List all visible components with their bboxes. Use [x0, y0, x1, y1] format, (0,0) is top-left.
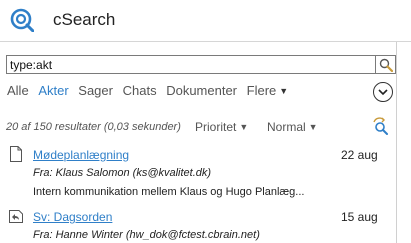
result-title[interactable]: Sv: Dagsorden: [33, 210, 112, 224]
sort-mode-label: Normal: [267, 120, 306, 134]
tab-dokumenter[interactable]: Dokumenter: [166, 83, 237, 98]
result-sender: Fra: Klaus Salomon (ks@kvalitet.dk): [33, 167, 212, 179]
dropdown-arrow-icon: ▼: [279, 86, 289, 96]
header-divider: [0, 41, 411, 42]
dropdown-arrow-icon: ▼: [239, 122, 249, 132]
tab-chats[interactable]: Chats: [123, 83, 157, 98]
tab-alle[interactable]: Alle: [7, 83, 29, 98]
result-date: 22 aug: [341, 148, 378, 162]
type-filter-tabs: Alle Akter Sager Chats Dokumenter Flere ▼: [7, 83, 288, 101]
sort-field-label: Prioritet: [195, 120, 237, 134]
tab-akter[interactable]: Akter: [38, 83, 68, 98]
search-icon: [379, 58, 393, 72]
sort-field-dropdown[interactable]: Prioritet ▼: [195, 120, 248, 134]
csearch-logo-icon: [10, 8, 34, 32]
chevron-down-icon: [378, 88, 388, 95]
app-title: cSearch: [53, 10, 116, 29]
document-icon: [10, 146, 22, 162]
results-summary: 20 af 150 resultater (0,03 sekunder): [6, 121, 181, 133]
tab-more-label: Flere: [246, 83, 277, 98]
tab-more-dropdown[interactable]: Flere ▼: [247, 83, 289, 98]
expand-filters-button[interactable]: [373, 82, 393, 102]
result-date: 15 aug: [341, 210, 378, 224]
search-button[interactable]: [376, 55, 396, 74]
search-bar: [6, 55, 396, 74]
result-snippet: Intern kommunikation mellem Klaus og Hug…: [33, 186, 305, 198]
reply-document-icon: [9, 210, 23, 223]
app-header: cSearch: [0, 0, 411, 41]
search-input[interactable]: [6, 55, 376, 74]
result-sender: Fra: Hanne Winter (hw_dok@fctest.cbrain.…: [33, 229, 260, 241]
panel-border: [396, 42, 397, 243]
result-title[interactable]: Mødeplanlægning: [33, 148, 129, 162]
dropdown-arrow-icon: ▼: [308, 122, 318, 132]
sort-mode-dropdown[interactable]: Normal ▼: [267, 120, 318, 134]
tab-sager[interactable]: Sager: [78, 83, 113, 98]
refresh-search-icon[interactable]: [371, 117, 389, 135]
